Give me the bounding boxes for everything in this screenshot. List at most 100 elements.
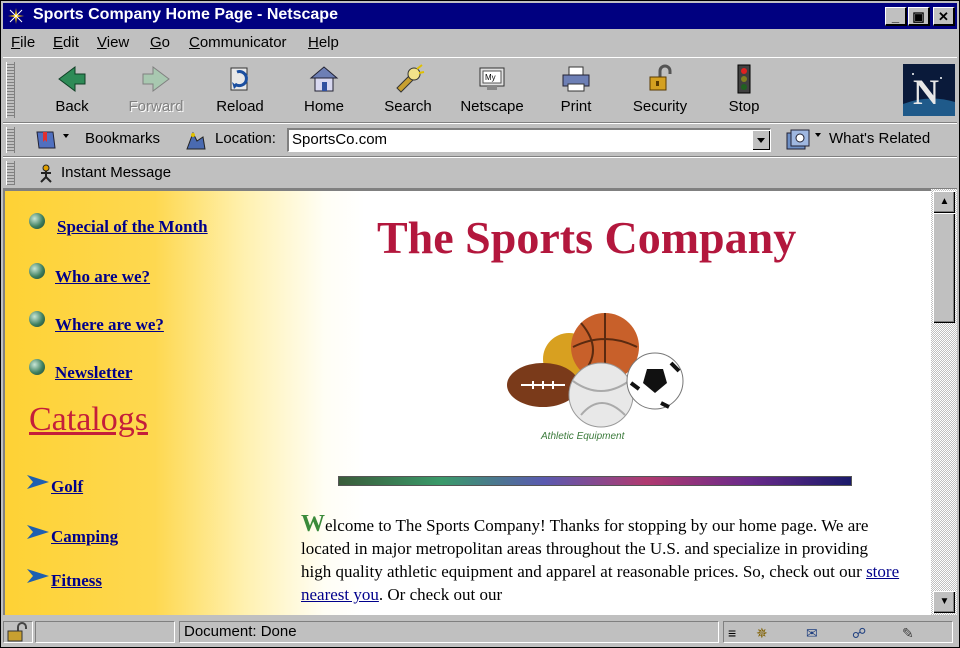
forward-arrow-icon <box>142 66 170 92</box>
link-fitness[interactable]: Fitness <box>51 571 102 591</box>
link-where-are-we[interactable]: Where are we? <box>55 315 164 335</box>
minimize-button[interactable]: _ <box>885 7 907 26</box>
security-status-panel[interactable] <box>3 621 33 643</box>
status-text: Document: Done <box>179 621 719 643</box>
navigator-icon[interactable]: ✵ <box>756 623 768 643</box>
bullet-icon <box>29 213 45 229</box>
bullet-icon <box>29 263 45 279</box>
whats-related-label: What's Related <box>829 130 931 147</box>
scroll-down-button[interactable]: ▼ <box>933 591 955 613</box>
whats-related-icon <box>786 129 821 150</box>
close-button[interactable]: ✕ <box>933 7 955 26</box>
svg-text:N: N <box>913 72 939 112</box>
link-who-are-we[interactable]: Who are we? <box>55 267 150 287</box>
flashlight-icon <box>396 64 425 93</box>
search-button[interactable]: Search <box>371 62 445 118</box>
page-content: Special of the Month Who are we? Where a… <box>3 189 931 615</box>
composer-icon[interactable]: ✎ <box>902 623 914 643</box>
home-button[interactable]: Home <box>287 62 361 118</box>
menu-help[interactable]: Help <box>308 34 339 51</box>
search-label: Search <box>384 98 432 115</box>
menu-view[interactable]: View <box>97 34 129 51</box>
toolbar-grip[interactable] <box>6 62 15 118</box>
traffic-light-icon <box>737 64 751 94</box>
welcome-text-1: elcome to The Sports Company! Thanks for… <box>301 516 869 581</box>
progress-panel <box>35 621 175 643</box>
minimize-icon: _ <box>891 9 900 24</box>
vertical-scrollbar[interactable]: ▲ ▼ <box>931 189 957 615</box>
bullet-icon <box>29 311 45 327</box>
title-bar[interactable]: Sports Company Home Page - Netscape _ ▣ … <box>3 3 957 29</box>
location-toolbar-grip[interactable] <box>6 127 15 153</box>
chevron-down-icon <box>757 138 765 143</box>
stop-button[interactable]: Stop <box>707 62 781 118</box>
catalogs-heading[interactable]: Catalogs <box>29 401 148 439</box>
arrow-bullet-icon <box>27 475 49 489</box>
reload-icon <box>230 67 248 91</box>
link-newsletter[interactable]: Newsletter <box>55 363 132 383</box>
bullet-icon <box>29 359 45 375</box>
location-url-text: SportsCo.com <box>292 131 388 148</box>
arrow-bullet-icon <box>27 569 49 583</box>
personal-toolbar-grip[interactable] <box>6 161 15 185</box>
sports-balls-image <box>507 313 684 428</box>
printer-icon <box>562 66 590 92</box>
instant-message-button[interactable]: Instant Message <box>35 161 195 185</box>
reload-button[interactable]: Reload <box>203 62 277 118</box>
link-golf[interactable]: Golf <box>51 477 83 497</box>
forward-button[interactable]: Forward <box>119 62 193 118</box>
location-bookmark-icon[interactable] <box>183 129 209 151</box>
print-label: Print <box>560 98 592 115</box>
decorative-divider <box>338 476 852 486</box>
bookmarks-label: Bookmarks <box>85 130 161 147</box>
personal-toolbar: Instant Message <box>3 157 957 189</box>
padlock-icon <box>649 64 672 91</box>
menu-edit[interactable]: Edit <box>53 34 79 51</box>
instant-message-label: Instant Message <box>61 164 172 181</box>
maximize-button[interactable]: ▣ <box>908 7 930 26</box>
link-special-of-the-month[interactable]: Special of the Month <box>57 217 208 237</box>
netscape-label: Netscape <box>460 98 524 115</box>
netscape-app-icon <box>7 7 25 25</box>
security-button[interactable]: Security <box>623 62 697 118</box>
discussion-groups-icon[interactable]: ☍ <box>852 623 866 643</box>
menu-communicator[interactable]: Communicator <box>189 34 287 51</box>
svg-text:My: My <box>485 73 496 82</box>
arrow-bullet-icon <box>27 525 49 539</box>
welcome-text-2: . Or check out our <box>378 585 503 604</box>
menu-bar: File Edit View Go Communicator Help <box>3 31 957 55</box>
my-netscape-icon: My <box>479 67 505 90</box>
location-history-dropdown[interactable] <box>752 130 770 150</box>
print-button[interactable]: Print <box>539 62 613 118</box>
scroll-up-button[interactable]: ▲ <box>933 191 955 213</box>
location-url-input[interactable]: SportsCo.com <box>287 128 771 152</box>
navigation-toolbar: Back Forward Reload Home Search My Netsc… <box>3 57 957 123</box>
house-icon <box>309 66 339 92</box>
bookmarks-icon <box>36 131 69 149</box>
link-camping[interactable]: Camping <box>51 527 118 547</box>
image-caption: Athletic Equipment <box>541 431 625 442</box>
down-arrow-icon: ▼ <box>939 596 950 607</box>
unlocked-padlock-icon <box>7 622 27 642</box>
stop-label: Stop <box>728 98 760 115</box>
whats-related-button[interactable]: What's Related <box>783 127 953 153</box>
mail-icon[interactable]: ✉ <box>806 623 818 643</box>
forward-label: Forward <box>128 98 184 115</box>
home-label: Home <box>303 98 344 115</box>
scroll-thumb[interactable] <box>933 213 955 323</box>
window-title: Sports Company Home Page - Netscape <box>33 6 338 23</box>
location-label: Location: <box>215 130 276 147</box>
back-button[interactable]: Back <box>35 62 109 118</box>
netscape-throbber-logo[interactable]: N <box>903 64 955 116</box>
welcome-paragraph: Welcome to The Sports Company! Thanks fo… <box>301 512 901 606</box>
back-label: Back <box>55 98 89 115</box>
back-arrow-icon <box>58 66 86 92</box>
browser-window: Sports Company Home Page - Netscape _ ▣ … <box>0 0 960 648</box>
menu-file[interactable]: File <box>11 34 35 51</box>
status-bar: Document: Done ≡ ✵ ✉ ☍ ✎ <box>3 619 957 645</box>
netscape-button[interactable]: My Netscape <box>455 62 529 118</box>
instant-message-icon <box>40 164 52 183</box>
close-icon: ✕ <box>938 9 949 24</box>
menu-go[interactable]: Go <box>150 34 170 51</box>
component-grip-icon[interactable]: ≡ <box>728 623 736 643</box>
